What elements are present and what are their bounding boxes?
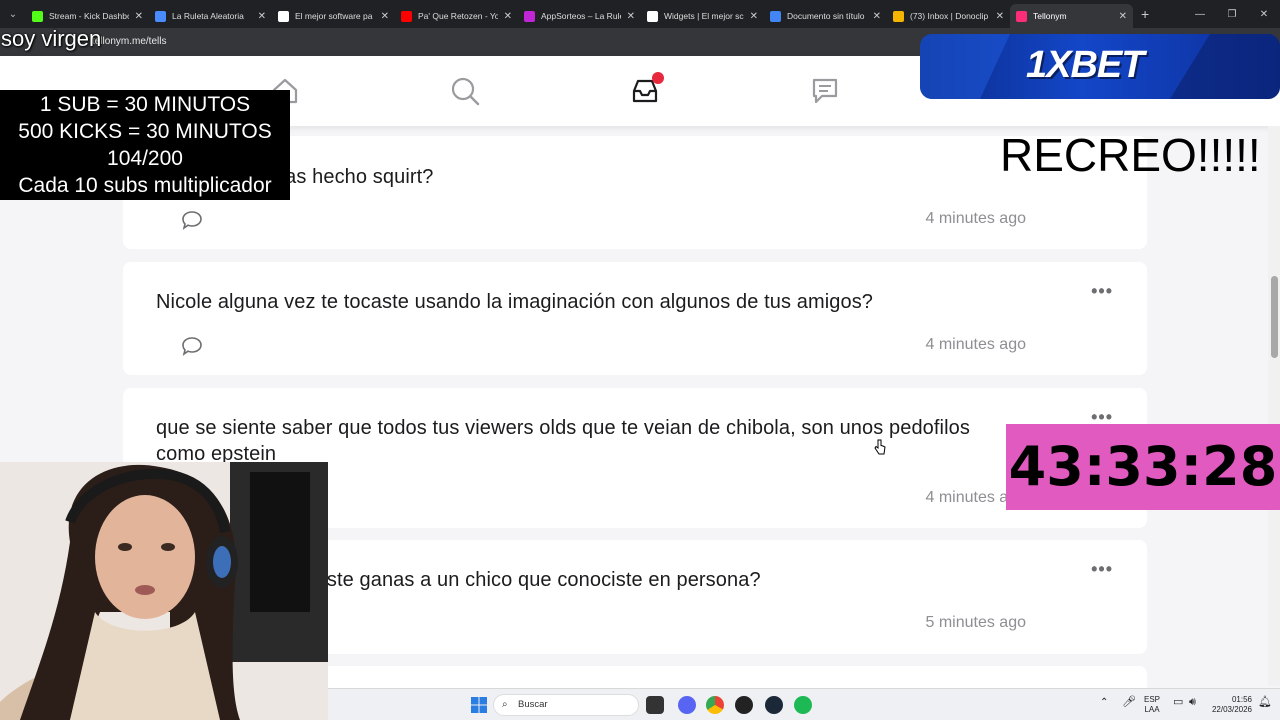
close-window-icon[interactable]: ✕ [1248,0,1280,28]
browser-tab[interactable]: La Ruleta Aleatoria ✕ [149,4,272,28]
subathon-line: Cada 10 subs multiplicador [18,174,272,197]
language-code: ESP [1144,695,1161,704]
more-options-icon[interactable]: ••• [1091,559,1113,580]
inbox-icon[interactable] [630,72,664,106]
microphone-icon[interactable]: 🎤︎ [1122,697,1136,708]
tab-favicon-icon [278,10,289,22]
clock[interactable]: 01:56 22/03/2026 [1208,695,1252,715]
tab-close-icon[interactable]: ✕ [258,11,266,22]
tell-time: 4 minutes ago [925,210,1026,227]
taskbar-search-placeholder: Buscar [518,699,548,710]
windows-taskbar: ⌕ Buscar ⌃ 🎤︎ ESP LAA ▭ 🔊︎ 01:56 22/03/2… [328,688,1280,720]
search-icon[interactable] [450,76,480,106]
overlay-top-text: soy virgen [1,26,102,51]
new-tab-button[interactable]: + [1141,6,1149,22]
tab-title: Tellonym [1033,11,1067,21]
browser-tab[interactable]: AppSorteos – La Rule ✕ [518,4,641,28]
tell-time: 4 minutes ago [925,336,1026,353]
comment-icon[interactable] [181,210,203,230]
subathon-rules-box: 1 SUB = 30 MINUTOS 500 KICKS = 30 MINUTO… [0,90,290,200]
discord-icon[interactable] [678,696,696,714]
browser-tab[interactable]: El mejor software pa ✕ [272,4,395,28]
tab-favicon-icon [32,10,43,22]
webcam-feed [0,462,328,720]
url-text[interactable]: tellonym.me/tells [92,36,166,47]
steam-icon[interactable] [765,696,783,714]
task-view-icon[interactable] [646,696,664,714]
browser-tab[interactable]: Documento sin título ✕ [764,4,887,28]
tab-close-icon[interactable]: ✕ [627,11,635,22]
tab-title: Documento sin título [787,11,865,21]
tab-favicon-icon [647,10,658,22]
keyboard-layout: LAA [1144,705,1160,714]
tell-question: Nicole alguna vez te tocaste usando la i… [156,291,874,313]
subathon-line: 104/200 [107,147,183,170]
tab-search-icon[interactable]: ⌄ [0,0,26,28]
restore-icon[interactable]: ❐ [1216,0,1248,28]
tab-favicon-icon [401,10,412,22]
tab-favicon-icon [524,10,535,22]
minimize-icon[interactable]: — [1184,0,1216,28]
tab-title: Widgets | El mejor sc [664,11,744,21]
tab-close-icon[interactable]: ✕ [873,11,881,22]
sponsor-banner: 1XBET [920,34,1280,99]
tab-title: El mejor software pa [295,11,373,21]
network-icon[interactable]: ▭ [1173,697,1183,708]
tab-close-icon[interactable]: ✕ [135,11,143,22]
tell-time: 5 minutes ago [925,614,1026,631]
browser-tab-bar: ⌄ Stream - Kick Dashbo ✕ La Ruleta Aleator… [0,0,1280,28]
tab-close-icon[interactable]: ✕ [504,11,512,22]
language-indicator[interactable]: ESP LAA [1144,695,1160,715]
tab-title: Pa' Que Retozen - Yo [418,11,498,21]
tab-title: (73) Inbox | Donoclip [910,11,989,21]
browser-tab[interactable]: Pa' Que Retozen - Yo ✕ [395,4,518,28]
browser-tab[interactable]: Stream - Kick Dashbo ✕ [26,4,149,28]
tab-close-icon[interactable]: ✕ [750,11,758,22]
volume-icon[interactable]: 🔊︎ [1189,697,1196,708]
subathon-timer: 43:33:28 [1006,424,1280,510]
streamer-image [0,462,328,720]
more-options-icon[interactable]: ••• [1091,281,1113,302]
tab-title: La Ruleta Aleatoria [172,11,244,21]
scrollbar-thumb[interactable] [1271,276,1278,358]
subathon-line: 1 SUB = 30 MINUTOS [39,93,251,116]
browser-tab[interactable]: Tellonym ✕ [1010,4,1133,28]
hand-cursor-icon [874,439,886,455]
tell-card: Nicole alguna vez te tocaste usando la i… [123,262,1147,375]
obs-icon[interactable] [735,696,753,714]
windows-start-icon[interactable] [470,696,488,714]
notification-badge [652,72,664,84]
subathon-line: 500 KICKS = 30 MINUTOS [18,120,272,143]
tab-close-icon[interactable]: ✕ [381,11,389,22]
tab-close-icon[interactable]: ✕ [1119,11,1127,22]
tab-title: AppSorteos – La Rule [541,11,621,21]
tab-favicon-icon [1016,10,1027,22]
taskbar-search[interactable]: ⌕ Buscar [493,694,639,716]
browser-tab[interactable]: Widgets | El mejor sc ✕ [641,4,764,28]
tray-chevron-icon[interactable]: ⌃ [1100,698,1108,708]
scrollbar[interactable] [1268,126,1280,686]
window-controls: — ❐ ✕ [1184,0,1280,28]
browser-tab[interactable]: (73) Inbox | Donoclip ✕ [887,4,1010,28]
tab-favicon-icon [770,10,781,22]
tell-question: que se siente saber que todos tus viewer… [156,417,970,465]
search-icon: ⌕ [502,699,508,710]
sponsor-logo: 1XBET [1026,44,1144,86]
comment-icon[interactable] [181,336,203,356]
notifications-icon[interactable]: 🔔︎ [1258,697,1272,708]
clock-date: 22/03/2026 [1211,705,1252,714]
tab-title: Stream - Kick Dashbo [49,11,129,21]
chrome-icon[interactable] [706,696,724,714]
clock-time: 01:56 [1231,695,1252,704]
messages-icon[interactable] [810,76,840,106]
recreo-text: RECREO!!!!! [1000,129,1261,181]
tab-favicon-icon [155,10,166,22]
tab-favicon-icon [893,10,904,22]
tab-close-icon[interactable]: ✕ [996,11,1004,22]
spotify-icon[interactable] [794,696,812,714]
